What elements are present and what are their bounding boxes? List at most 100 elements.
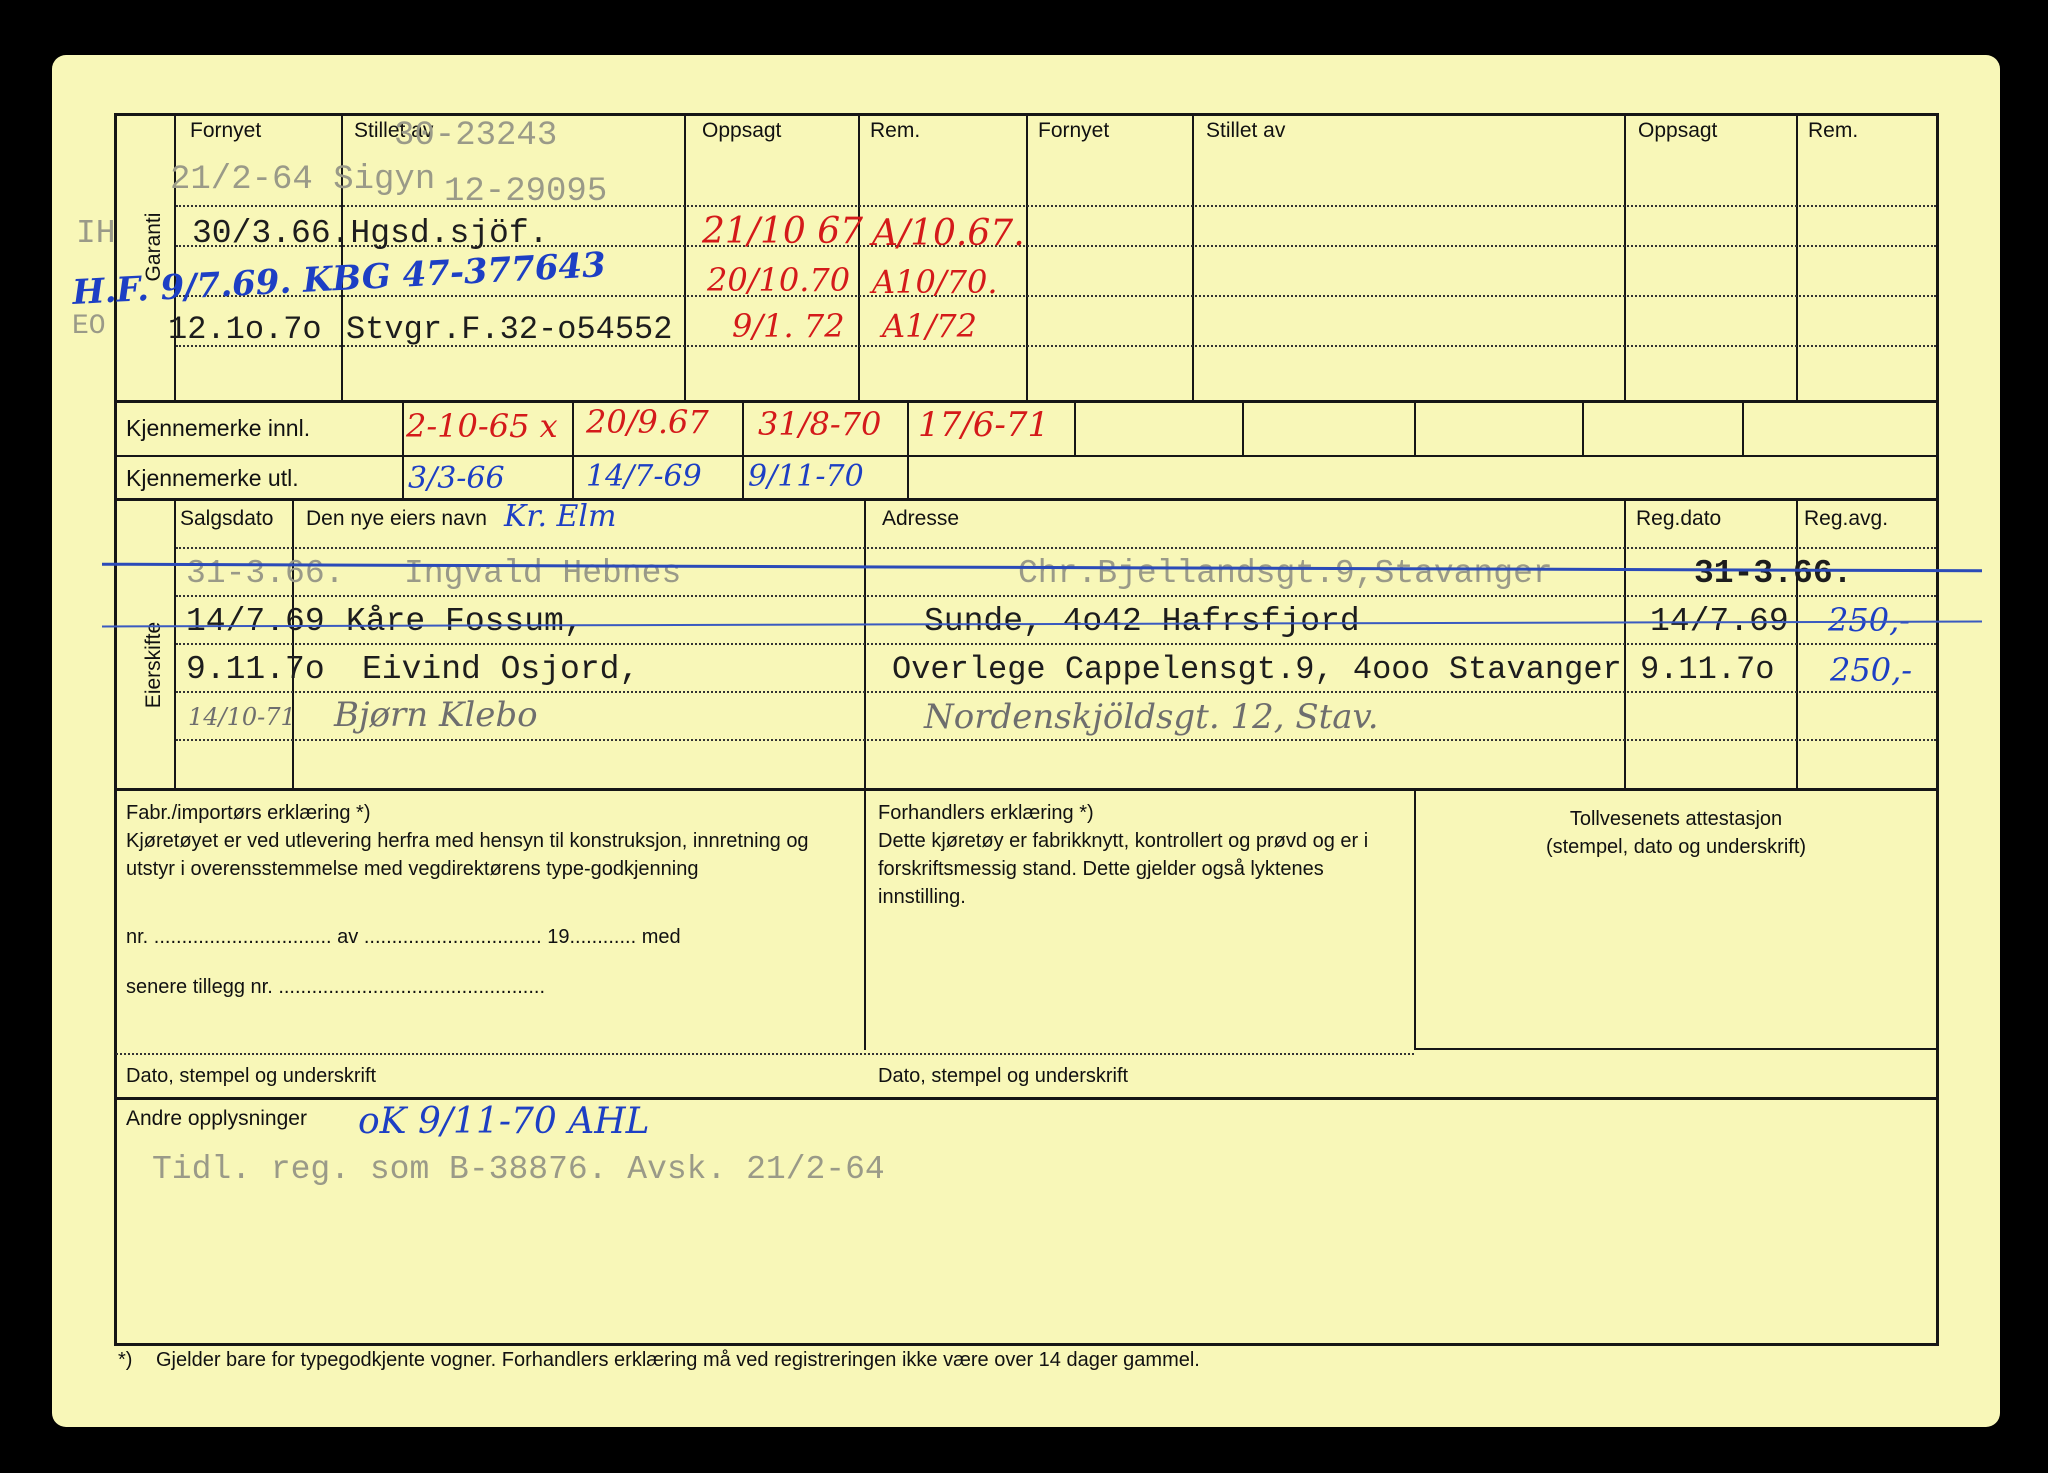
- registration-card: Fornyet Stillet av Oppsagt Rem. Fornyet …: [52, 55, 2000, 1427]
- outer-left-rule: [114, 113, 117, 1103]
- fabr-line-1: nr. ................................ av …: [126, 926, 681, 948]
- header-stillet-av-2: Stillet av: [1206, 119, 1286, 142]
- kjennemerke-innl-1: 2-10-65 x: [406, 407, 558, 445]
- oppsagt-entry-1: 21/10 67: [702, 211, 863, 252]
- eierskifte-divider: [1796, 500, 1798, 790]
- kjennemerke-utl-3: 9/11-70: [748, 459, 864, 494]
- owner-4-date: 14/10-71: [188, 703, 296, 731]
- oppsagt-entry-3: 9/1. 72: [732, 307, 845, 345]
- garanti-row-4-insurer: Stvgr.F.32-o54552: [346, 311, 673, 348]
- eierskifte-divider: [1624, 500, 1626, 790]
- eierskifte-divider: [864, 500, 866, 790]
- andre-typed: Tidl. reg. som B-38876. Avsk. 21/2-64: [152, 1151, 885, 1188]
- row-guide: [176, 295, 1936, 297]
- owner-2-date: 14/7.69: [186, 603, 325, 640]
- kjennemerke-innl-2: 20/9.67: [586, 403, 709, 441]
- fabr-line-2: senere tillegg nr. .....................…: [126, 976, 546, 998]
- toll-sub: (stempel, dato og underskrift): [1545, 836, 1807, 858]
- header-rem-2: Rem.: [1808, 119, 1859, 142]
- kjennemerke-innl-3: 31/8-70: [758, 405, 882, 443]
- header-fornyet: Fornyet: [190, 119, 262, 142]
- toll-title: Tollvesenets attestasjon: [1569, 808, 1783, 830]
- andre-bottom-rule: [114, 1343, 1939, 1346]
- rem-entry-3: A1/72: [882, 307, 977, 345]
- garanti-col-divider: [1026, 113, 1028, 401]
- garanti-row-2: 30/3.66.Hgsd.sjöf.: [192, 215, 549, 252]
- owner-1-reg-dato: 31-3.66.: [1694, 555, 1853, 592]
- rem-entry-1: A/10.67.: [872, 213, 1025, 254]
- rem-entry-2: A10/70.: [872, 263, 998, 301]
- kjennemerke-divider: [1414, 400, 1416, 456]
- kjennemerke-mid-rule: [114, 455, 1938, 457]
- outer-right-rule: [1936, 113, 1939, 1103]
- kjennemerke-divider: [572, 400, 574, 500]
- garanti-row-4-date: 12.1o.7o: [168, 311, 322, 348]
- kjennemerke-utl-2: 14/7-69: [586, 459, 702, 494]
- header-oppsagt-2: Oppsagt: [1638, 119, 1718, 142]
- garanti-col-divider: [341, 113, 343, 401]
- header-fornyet-2: Fornyet: [1038, 119, 1110, 142]
- header-annotation: Kr. Elm: [504, 499, 617, 534]
- row-guide: [176, 205, 1936, 207]
- kjennemerke-divider: [1742, 400, 1744, 456]
- margin-code-ih: IH: [76, 215, 116, 252]
- owner-2-name: Kåre Fossum,: [346, 603, 584, 640]
- owner-4-name: Bjørn Klebo: [334, 695, 538, 735]
- andre-left-rule: [114, 1101, 117, 1345]
- fabr-text: Kjøretøyet er ved utlevering herfra med …: [126, 830, 809, 880]
- row-guide: [176, 739, 1936, 741]
- margin-code-eo: EO: [72, 311, 106, 342]
- kjennemerke-utl-1: 3/3-66: [408, 461, 505, 496]
- forh-text: Dette kjøretøy er fabrikknytt, kontrolle…: [878, 830, 1369, 908]
- garanti-row-1: 21/2-64 Sigyn: [170, 161, 436, 199]
- andre-handwritten: oK 9/11-70 AHL: [358, 1101, 650, 1142]
- row-guide: [176, 547, 1936, 549]
- header-oppsagt: Oppsagt: [702, 119, 782, 142]
- header-salgsdato: Salgsdato: [180, 507, 274, 530]
- kjennemerke-divider: [1582, 400, 1584, 456]
- erklaering-dotted: [116, 1053, 1414, 1055]
- footnote-text: Gjelder bare for typegodkjente vogner. F…: [156, 1349, 1200, 1371]
- garanti-col-divider: [1796, 113, 1798, 401]
- dato-label-2: Dato, stempel og underskrift: [878, 1065, 1129, 1087]
- header-reg-dato: Reg.dato: [1636, 507, 1722, 530]
- dato-label-1: Dato, stempel og underskrift: [126, 1065, 377, 1087]
- owner-1-address: Chr.Bjellandsgt.9,Stavanger: [1018, 555, 1553, 592]
- owner-3-address: Overlege Cappelensgt.9, 4ooo Stavanger: [892, 651, 1622, 688]
- owner-3-reg-avg: 250,-: [1830, 651, 1913, 689]
- garanti-col-divider: [684, 113, 686, 401]
- kjennemerke-divider: [1074, 400, 1076, 456]
- kjennemerke-divider: [907, 400, 909, 500]
- row-guide: [176, 691, 1936, 693]
- kjennemerke-utl-label: Kjennemerke utl.: [126, 465, 299, 491]
- owner-1-date: 31-3.66.: [186, 555, 345, 592]
- kjennemerke-divider: [1242, 400, 1244, 456]
- owner-3-reg-dato: 9.11.7o: [1640, 651, 1775, 688]
- header-rem: Rem.: [870, 119, 921, 142]
- eierskifte-bottom-rule: [114, 788, 1938, 791]
- kjennemerke-innl-label: Kjennemerke innl.: [126, 415, 311, 441]
- forh-title: Forhandlers erklæring *): [878, 802, 1094, 824]
- andre-label: Andre opplysninger: [126, 1107, 307, 1130]
- garanti-col-divider: [174, 113, 176, 401]
- garanti-col-divider: [1624, 113, 1626, 401]
- kjennemerke-divider: [742, 400, 744, 500]
- garanti-col-divider: [1192, 113, 1194, 401]
- header-adresse: Adresse: [882, 507, 960, 530]
- toll-bottom-rule: [1414, 1048, 1938, 1050]
- policy-number-2: 12-29095: [444, 173, 608, 211]
- kjennemerke-divider: [402, 400, 404, 500]
- header-reg-avg: Reg.avg.: [1804, 507, 1889, 530]
- owner-3-date: 9.11.7o: [186, 651, 325, 688]
- owner-1-name: Ingvald Hebnes: [404, 555, 682, 592]
- erklaering-bottom-rule: [114, 1097, 1938, 1100]
- owner-3-name: Eivind Osjord,: [362, 651, 640, 688]
- policy-number-1: 30-23243: [394, 117, 558, 155]
- kjennemerke-innl-4: 17/6-71: [918, 405, 1050, 445]
- eierskifte-divider: [292, 500, 294, 790]
- garanti-col-divider: [858, 113, 860, 401]
- andre-right-rule: [1936, 1101, 1939, 1345]
- erklaering-divider: [864, 790, 866, 1050]
- eierskifte-divider: [174, 500, 176, 790]
- row-guide: [176, 643, 1936, 645]
